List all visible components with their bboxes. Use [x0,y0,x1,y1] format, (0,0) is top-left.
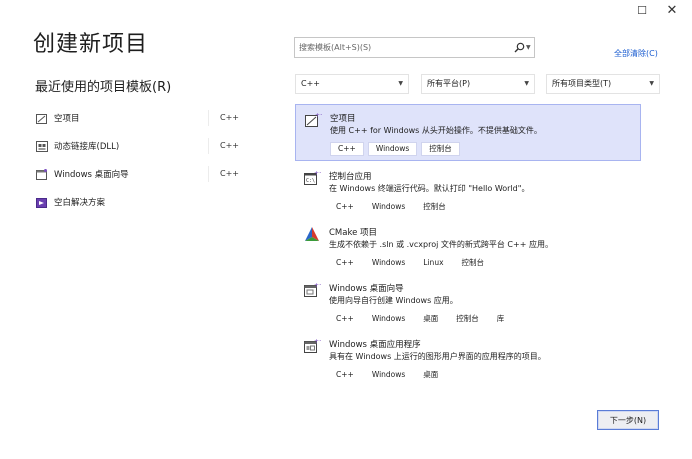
close-button[interactable]: ✕ [663,4,681,18]
template-tag: Windows [364,368,413,382]
clear-all-link[interactable]: 全部清除(C) [614,48,658,59]
template-tag: C++ [330,142,364,156]
template-description: 生成不依赖于 .sln 或 .vcxproj 文件的新式跨平台 C++ 应用。 [329,240,553,249]
template-tag: Windows [364,200,413,214]
template-tag: 控制台 [416,200,453,214]
svg-text:++: ++ [314,338,321,345]
recent-item-lang: C++ [208,110,270,126]
template-tag: C++ [329,368,361,382]
chevron-down-icon[interactable]: ▼ [526,44,531,51]
empty-project-icon [36,113,47,124]
template-description: 使用向导自行创建 Windows 应用。 [329,296,458,305]
svg-text:++: ++ [314,282,321,289]
template-title: CMake 项目 [329,228,378,238]
desktop-app-icon: ++ [304,338,321,353]
svg-text:C:\: C:\ [306,178,315,184]
template-desktop-wizard[interactable]: ++ Windows 桌面向导 使用向导自行创建 Windows 应用。 C++… [295,275,641,332]
recent-item-empty-project[interactable]: 空项目 C++ [36,108,239,128]
template-tag: C++ [329,256,361,270]
template-tag: 控制台 [421,142,460,156]
empty-project-icon: ++ [305,112,322,127]
search-input[interactable] [295,38,495,57]
template-tag: Windows [364,256,413,270]
maximize-button[interactable]: ☐ [633,4,651,18]
template-list[interactable]: ++ 空项目 使用 C++ for Windows 从头开始操作。不提供基础文件… [295,104,641,396]
template-tag: Windows [367,142,418,156]
template-tag: C++ [329,312,361,326]
recent-item-lang: C++ [208,166,270,182]
recent-item-lang: C++ [208,138,270,154]
template-console-app[interactable]: C:\ ++ 控制台应用 在 Windows 终端运行代码。默认打印 "Hell… [295,163,641,220]
next-button[interactable]: 下一步(N) [597,410,659,430]
dll-icon [36,140,48,152]
template-tag: C++ [329,200,361,214]
desktop-wizard-icon: ++ [304,282,321,297]
recent-item-label: 空项目 [54,114,80,124]
recent-item-blank-solution[interactable]: 空白解决方案 [36,192,236,212]
recent-templates-heading: 最近使用的项目模板(R) [35,80,172,95]
template-desktop-app[interactable]: ++ Windows 桌面应用程序 具有在 Windows 上运行的图形用户界面… [295,331,641,388]
list-fade-overlay [295,388,641,398]
page-title: 创建新项目 [33,32,149,57]
template-tag: 控制台 [454,256,492,270]
desktop-wizard-icon [36,168,47,180]
recent-item-label: Windows 桌面向导 [54,170,129,180]
chevron-down-icon: ▼ [524,80,529,87]
recent-item-label: 空白解决方案 [54,198,106,208]
template-title: 空项目 [330,114,356,124]
cmake-icon [305,227,319,241]
project-type-filter-dropdown[interactable]: 所有项目类型(T) ▼ [546,74,660,94]
recent-item-dll[interactable]: 动态链接库(DLL) C++ [36,136,239,156]
template-tag: 控制台 [449,312,486,326]
recent-item-label: 动态链接库(DLL) [54,142,120,152]
chevron-down-icon: ▼ [398,80,403,87]
template-tag: Linux [416,256,451,270]
recent-item-desktop-wizard[interactable]: Windows 桌面向导 C++ [36,164,239,184]
language-filter-dropdown[interactable]: C++ ▼ [295,74,409,94]
search-icon[interactable] [514,42,525,53]
project-type-filter-value: 所有项目类型(T) [552,79,612,88]
template-cmake-project[interactable]: CMake 项目 生成不依赖于 .sln 或 .vcxproj 文件的新式跨平台… [295,219,641,276]
template-description: 在 Windows 终端运行代码。默认打印 "Hello World"。 [329,184,530,193]
svg-text:++: ++ [314,170,321,177]
language-filter-value: C++ [301,79,320,88]
template-title: Windows 桌面向导 [329,284,404,294]
template-tag: 库 [489,312,512,326]
template-title: 控制台应用 [329,172,372,182]
template-tag: 桌面 [416,312,446,326]
platform-filter-dropdown[interactable]: 所有平台(P) ▼ [421,74,535,94]
chevron-down-icon: ▼ [649,80,654,87]
platform-filter-value: 所有平台(P) [427,79,471,88]
blank-solution-icon [36,197,47,208]
template-description: 具有在 Windows 上运行的图形用户界面的应用程序的项目。 [329,352,546,361]
template-title: Windows 桌面应用程序 [329,340,421,350]
template-tag: Windows [364,312,413,326]
template-empty-project[interactable]: ++ 空项目 使用 C++ for Windows 从头开始操作。不提供基础文件… [295,104,641,161]
svg-text:++: ++ [315,112,322,119]
console-app-icon: C:\ ++ [304,170,321,185]
template-tag: 桌面 [416,368,446,382]
template-description: 使用 C++ for Windows 从头开始操作。不提供基础文件。 [330,126,542,135]
search-box[interactable]: ▼ [294,37,535,58]
